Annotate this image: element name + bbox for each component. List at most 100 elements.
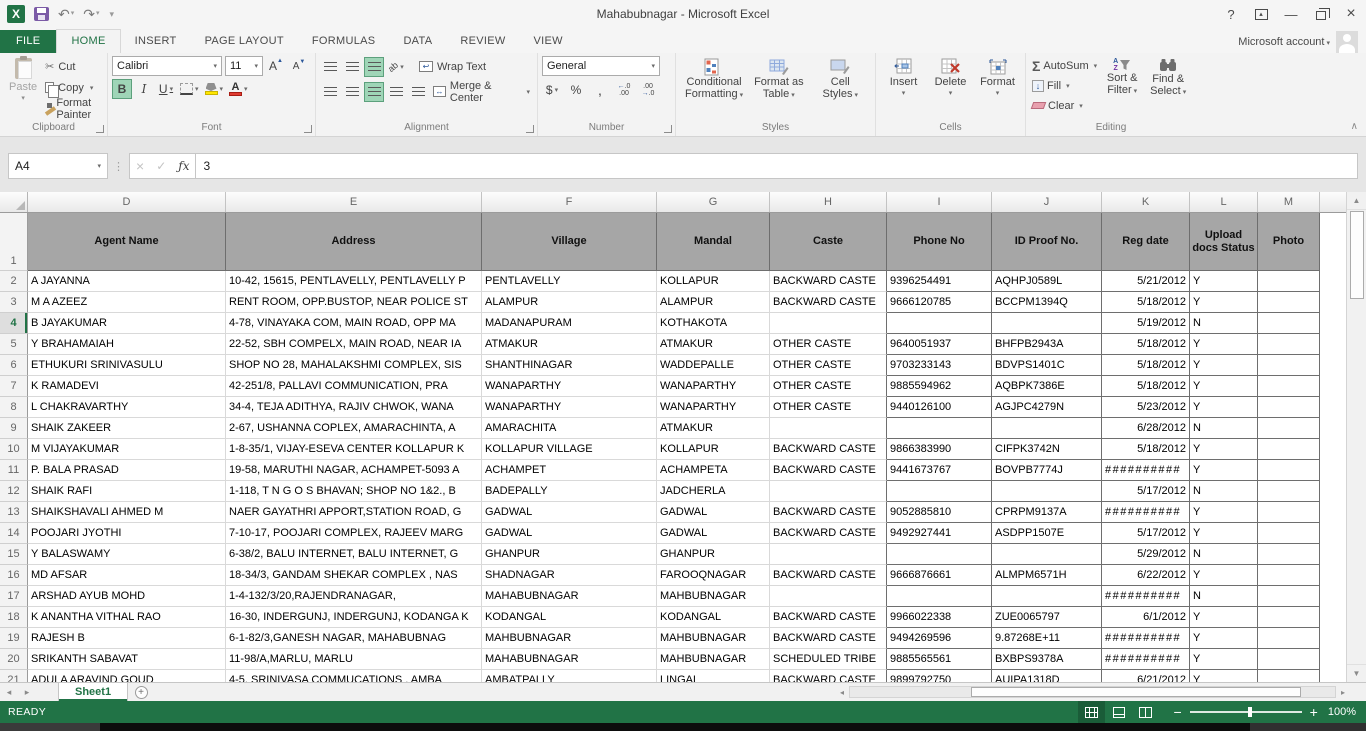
- row-header[interactable]: 11: [0, 460, 28, 481]
- cell[interactable]: [1258, 271, 1320, 292]
- currency-format-button[interactable]: $: [542, 80, 562, 100]
- row-header[interactable]: 15: [0, 544, 28, 565]
- format-painter-button[interactable]: Format Painter: [42, 98, 103, 119]
- cell[interactable]: RENT ROOM, OPP.BUSTOP, NEAR POLICE ST: [226, 292, 482, 313]
- table-header-cell[interactable]: ID Proof No.: [992, 213, 1102, 271]
- cell[interactable]: A JAYANNA: [28, 271, 226, 292]
- insert-function-icon[interactable]: ƒx: [178, 159, 189, 173]
- vertical-scrollbar[interactable]: ▲ ▼: [1346, 192, 1366, 682]
- cell[interactable]: 34-4, TEJA ADITHYA, RAJIV CHWOK, WANA: [226, 397, 482, 418]
- tab-insert[interactable]: INSERT: [121, 30, 191, 53]
- cell[interactable]: AUIPA1318D: [992, 670, 1102, 682]
- cell[interactable]: N: [1190, 586, 1258, 607]
- row-header[interactable]: 14: [0, 523, 28, 544]
- cell-styles-button[interactable]: CellStyles: [810, 56, 871, 104]
- cell[interactable]: [887, 481, 992, 502]
- cell[interactable]: ATMAKUR: [657, 418, 770, 439]
- cell[interactable]: MADANAPURAM: [482, 313, 657, 334]
- borders-button[interactable]: [178, 79, 201, 99]
- cell[interactable]: [770, 418, 887, 439]
- bottom-align-button[interactable]: [364, 57, 384, 77]
- italic-button[interactable]: I: [134, 79, 154, 99]
- cell[interactable]: BACKWARD CASTE: [770, 502, 887, 523]
- cell[interactable]: [770, 313, 887, 334]
- align-left-button[interactable]: [320, 82, 340, 102]
- cell[interactable]: 6/1/2012: [1102, 607, 1190, 628]
- cell[interactable]: [887, 586, 992, 607]
- cell[interactable]: 9899792750: [887, 670, 992, 682]
- minimize-button[interactable]: —: [1276, 2, 1306, 26]
- cell[interactable]: 9440126100: [887, 397, 992, 418]
- tab-home[interactable]: HOME: [56, 29, 120, 53]
- cell[interactable]: OTHER CASTE: [770, 355, 887, 376]
- cell[interactable]: AMBATPALLY: [482, 670, 657, 682]
- undo-button[interactable]: ↶▾: [58, 7, 74, 21]
- cell[interactable]: 9640051937: [887, 334, 992, 355]
- cell[interactable]: WANAPARTHY: [657, 376, 770, 397]
- cell[interactable]: 9441673767: [887, 460, 992, 481]
- align-right-button[interactable]: [364, 82, 384, 102]
- cell[interactable]: Y BALASWAMY: [28, 544, 226, 565]
- page-layout-view-button[interactable]: [1105, 701, 1132, 723]
- top-align-button[interactable]: [320, 57, 340, 77]
- cell[interactable]: 42-251/8, PALLAVI COMMUNICATION, PRA: [226, 376, 482, 397]
- cell[interactable]: ARSHAD AYUB MOHD: [28, 586, 226, 607]
- cell[interactable]: 9966022338: [887, 607, 992, 628]
- tab-file[interactable]: FILE: [0, 30, 56, 53]
- row-header[interactable]: 8: [0, 397, 28, 418]
- cell[interactable]: Y: [1190, 628, 1258, 649]
- cell[interactable]: Y: [1190, 397, 1258, 418]
- table-header-cell[interactable]: Agent Name: [28, 213, 226, 271]
- cell[interactable]: [770, 481, 887, 502]
- cell[interactable]: GADWAL: [657, 523, 770, 544]
- cell[interactable]: Y: [1190, 523, 1258, 544]
- cell[interactable]: M VIJAYAKUMAR: [28, 439, 226, 460]
- column-letter[interactable]: H: [770, 192, 887, 212]
- cell[interactable]: [1258, 481, 1320, 502]
- row-header[interactable]: 10: [0, 439, 28, 460]
- cell[interactable]: AMARACHITA: [482, 418, 657, 439]
- cell[interactable]: AGJPC4279N: [992, 397, 1102, 418]
- help-button[interactable]: ?: [1216, 2, 1246, 26]
- cell[interactable]: ##########: [1102, 628, 1190, 649]
- font-color-button[interactable]: A: [227, 79, 250, 99]
- cell[interactable]: Y BRAHAMAIAH: [28, 334, 226, 355]
- insert-cells-button[interactable]: Insert▾: [880, 56, 927, 102]
- cell[interactable]: 2-67, USHANNA COPLEX, AMARACHINTA, A: [226, 418, 482, 439]
- row-header[interactable]: 13: [0, 502, 28, 523]
- cell[interactable]: SRIKANTH SABAVAT: [28, 649, 226, 670]
- cell[interactable]: 9396254491: [887, 271, 992, 292]
- copy-button[interactable]: Copy: [42, 77, 103, 98]
- cell[interactable]: WANAPARTHY: [657, 397, 770, 418]
- cell[interactable]: SHAIK RAFI: [28, 481, 226, 502]
- cell[interactable]: [1258, 376, 1320, 397]
- cell[interactable]: 9703233143: [887, 355, 992, 376]
- cell[interactable]: OTHER CASTE: [770, 376, 887, 397]
- sort-filter-button[interactable]: AZ Sort &Filter: [1099, 56, 1145, 100]
- cell[interactable]: ACHAMPETA: [657, 460, 770, 481]
- customize-qat-button[interactable]: ▾: [109, 7, 115, 21]
- cell[interactable]: [1258, 334, 1320, 355]
- delete-cells-button[interactable]: Delete▾: [927, 56, 974, 102]
- cell[interactable]: [1258, 292, 1320, 313]
- cell[interactable]: 5/21/2012: [1102, 271, 1190, 292]
- format-cells-button[interactable]: Format▾: [974, 56, 1021, 102]
- cell[interactable]: 6/22/2012: [1102, 565, 1190, 586]
- increase-font-size-button[interactable]: A▲: [266, 56, 286, 76]
- table-header-cell[interactable]: Reg date: [1102, 213, 1190, 271]
- cell[interactable]: 5/18/2012: [1102, 355, 1190, 376]
- cell[interactable]: ALAMPUR: [657, 292, 770, 313]
- cell[interactable]: ALAMPUR: [482, 292, 657, 313]
- tab-sheet1[interactable]: Sheet1: [58, 683, 128, 701]
- zoom-in-button[interactable]: +: [1310, 706, 1318, 718]
- cell[interactable]: 1-8-35/1, VIJAY-ESEVA CENTER KOLLAPUR K: [226, 439, 482, 460]
- cell[interactable]: Y: [1190, 271, 1258, 292]
- cell[interactable]: [992, 481, 1102, 502]
- column-letter[interactable]: G: [657, 192, 770, 212]
- cell[interactable]: [1258, 670, 1320, 682]
- wrap-text-button[interactable]: ↩ Wrap Text: [416, 56, 489, 77]
- horizontal-scroll-track[interactable]: [849, 686, 1336, 698]
- cell[interactable]: 7-10-17, POOJARI COMPLEX, RAJEEV MARG: [226, 523, 482, 544]
- cell[interactable]: 19-58, MARUTHI NAGAR, ACHAMPET-5093 A: [226, 460, 482, 481]
- cell[interactable]: [1258, 523, 1320, 544]
